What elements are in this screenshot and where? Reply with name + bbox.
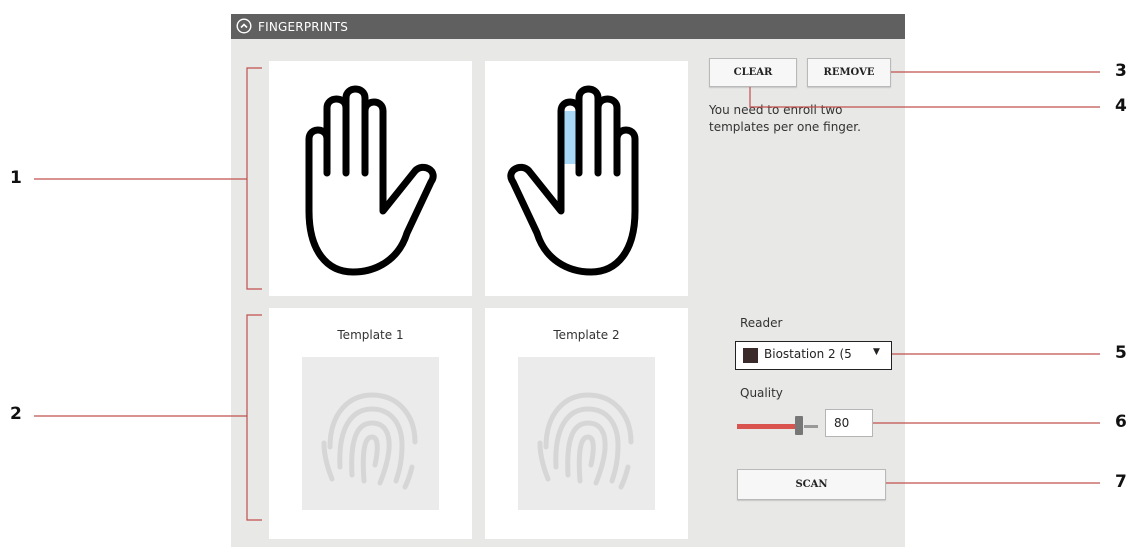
callout-6: 6 [1115, 412, 1127, 432]
callout-1: 1 [10, 168, 22, 188]
callout-7: 7 [1115, 472, 1127, 492]
callout-2: 2 [10, 404, 22, 424]
callout-4: 4 [1115, 96, 1127, 116]
callout-3: 3 [1115, 61, 1127, 81]
callout-5: 5 [1115, 343, 1127, 363]
callout-lines [34, 67, 1100, 521]
